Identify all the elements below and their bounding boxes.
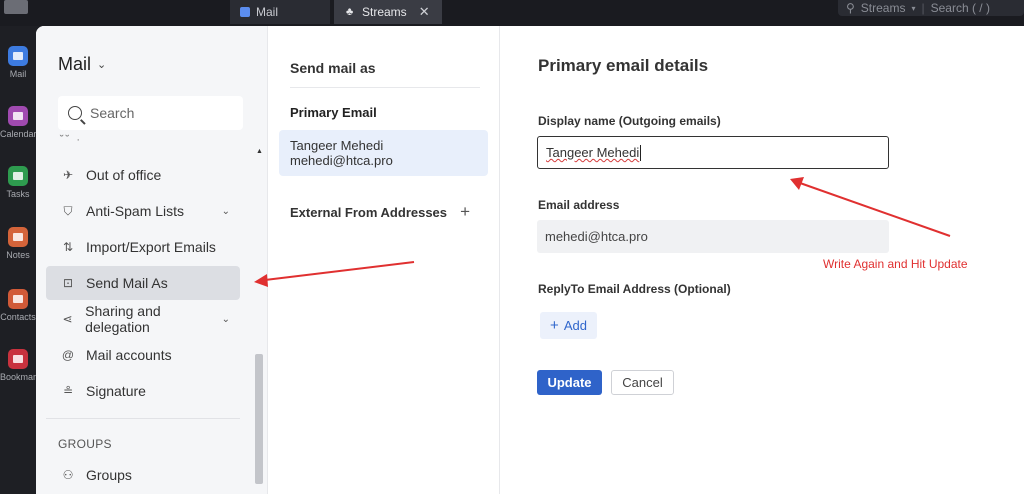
rail-bookmarks[interactable]: Bookmarks <box>0 349 45 382</box>
rail-label: Mail <box>9 69 27 79</box>
truncated-item: ˘˘ · <box>60 134 83 146</box>
contacts-icon <box>8 289 28 309</box>
nav-item-label: Signature <box>86 383 146 399</box>
tab-streams-label: Streams <box>362 5 407 19</box>
mail-app-icon <box>8 46 28 66</box>
search-icon: ⚲ <box>846 1 855 15</box>
mail-icon <box>240 7 250 17</box>
at-icon: @ <box>61 348 75 362</box>
streams-icon: ♣ <box>346 6 354 18</box>
nav-item-anti-spam[interactable]: ⛉ Anti-Spam Lists ⌄ <box>46 194 240 228</box>
app-rail: Mail Calendar Tasks Notes Contacts Bookm… <box>0 26 45 494</box>
page-title: Primary email details <box>538 56 709 75</box>
arrows-icon: ⇅ <box>62 240 74 254</box>
mail-as-icon: ⊡ <box>62 276 74 290</box>
add-replyto-button[interactable]: + Add <box>540 312 597 339</box>
groups-icon: ⚇ <box>62 468 74 482</box>
divider: | <box>921 1 925 15</box>
rail-label: Notes <box>6 250 30 260</box>
chevron-down-icon: ⌄ <box>221 313 230 325</box>
nav-item-import-export[interactable]: ⇅ Import/Export Emails <box>46 230 240 264</box>
bookmarks-icon <box>8 349 28 369</box>
scroll-up-icon[interactable]: ▲ <box>256 148 263 155</box>
divider <box>46 418 240 419</box>
external-addresses-label: External From Addresses <box>290 204 448 220</box>
nav-item-label: Out of office <box>86 167 162 183</box>
add-label: Add <box>563 318 587 333</box>
rail-contacts[interactable]: Contacts <box>0 289 36 322</box>
search-icon <box>68 106 82 120</box>
account-name: Tangeer Mehedi <box>290 138 384 153</box>
rail-mail[interactable]: Mail <box>0 46 36 79</box>
email-address-label: Email address <box>538 198 620 212</box>
nav-item-label: Import/Export Emails <box>86 239 216 255</box>
nav-item-label: Anti-Spam Lists <box>86 203 185 219</box>
global-search[interactable]: ⚲ Streams ▾ | Search ( / ) <box>838 0 1024 16</box>
display-name-value: Tangeer Mehedi <box>546 145 640 160</box>
rail-calendar[interactable]: Calendar <box>0 106 37 139</box>
rail-tasks[interactable]: Tasks <box>0 166 36 199</box>
nav-item-label: Sharing and delegation <box>85 303 161 335</box>
primary-email-heading: Primary Email <box>290 105 377 120</box>
settings-search-input[interactable]: Search <box>58 96 243 130</box>
nav-item-label: Mail accounts <box>86 347 172 363</box>
rail-label: Tasks <box>6 189 30 199</box>
nav-item-out-of-office[interactable]: ✈ Out of office <box>46 158 240 192</box>
rail-label: Contacts <box>0 312 36 322</box>
nav-title[interactable]: Mail ⌄ <box>58 54 106 75</box>
nav-title-label: Mail <box>58 54 92 74</box>
email-address-value: mehedi@htca.pro <box>545 229 648 244</box>
share-icon: ⋖ <box>62 312 73 326</box>
app-logo[interactable] <box>4 0 28 14</box>
tab-mail[interactable]: Mail <box>230 0 330 24</box>
groups-header: GROUPS <box>58 437 112 451</box>
chevron-down-icon: ⌄ <box>97 59 107 71</box>
nav-item-send-mail-as[interactable]: ⊡ Send Mail As <box>46 266 240 300</box>
add-icon[interactable]: + <box>460 202 470 222</box>
nav-item-mail-accounts[interactable]: @ Mail accounts <box>46 338 240 372</box>
chevron-down-icon: ▾ <box>911 3 916 13</box>
notes-icon <box>8 227 28 247</box>
calendar-icon <box>8 106 28 126</box>
text-cursor <box>640 144 642 161</box>
search-placeholder: Search <box>90 105 135 121</box>
divider <box>290 87 480 88</box>
email-address-field: mehedi@htca.pro <box>537 220 889 253</box>
update-button[interactable]: Update <box>537 370 602 395</box>
rail-notes[interactable]: Notes <box>0 227 36 260</box>
nav-item-signature[interactable]: ≗ Signature <box>46 374 240 408</box>
search-placeholder: Search ( / ) <box>930 1 990 15</box>
signature-icon: ≗ <box>62 384 74 398</box>
rail-label: Calendar <box>0 129 37 139</box>
display-name-input[interactable]: Tangeer Mehedi <box>537 136 889 169</box>
chevron-down-icon: ⌄ <box>221 205 230 217</box>
nav-item-label: Groups <box>86 467 132 483</box>
settings-nav: Mail ⌄ Search ˘˘ · ✈ Out of office ⛉ Ant… <box>36 26 268 494</box>
external-addresses-row: External From Addresses + <box>290 202 470 222</box>
replyto-label: ReplyTo Email Address (Optional) <box>538 282 731 296</box>
annotation-note: Write Again and Hit Update <box>823 257 968 271</box>
send-mail-as-list: Send mail as Primary Email Tangeer Mehed… <box>268 26 500 494</box>
tasks-icon <box>8 166 28 186</box>
scroll-thumb[interactable] <box>255 354 263 484</box>
plane-icon: ✈ <box>62 168 74 182</box>
cancel-button[interactable]: Cancel <box>611 370 674 395</box>
primary-account-card[interactable]: Tangeer Mehedi mehedi@htca.pro <box>279 130 488 176</box>
plus-icon: + <box>550 317 559 334</box>
top-bar: Mail ♣ Streams ✕ ⚲ Streams ▾ | Search ( … <box>0 0 1024 26</box>
display-name-label: Display name (Outgoing emails) <box>538 114 721 128</box>
tab-streams[interactable]: ♣ Streams ✕ <box>334 0 442 24</box>
nav-item-label: Send Mail As <box>86 275 168 291</box>
search-scope[interactable]: Streams <box>861 1 906 15</box>
close-icon[interactable]: ✕ <box>419 4 430 20</box>
shield-icon: ⛉ <box>63 203 73 218</box>
account-email: mehedi@htca.pro <box>290 153 393 168</box>
nav-scrollbar[interactable]: ▲ <box>254 144 264 494</box>
nav-item-sharing[interactable]: ⋖ Sharing and delegation ⌄ <box>46 302 240 336</box>
nav-item-groups[interactable]: ⚇ Groups <box>46 458 240 492</box>
tab-mail-label: Mail <box>256 5 279 19</box>
section-title: Send mail as <box>290 60 376 76</box>
